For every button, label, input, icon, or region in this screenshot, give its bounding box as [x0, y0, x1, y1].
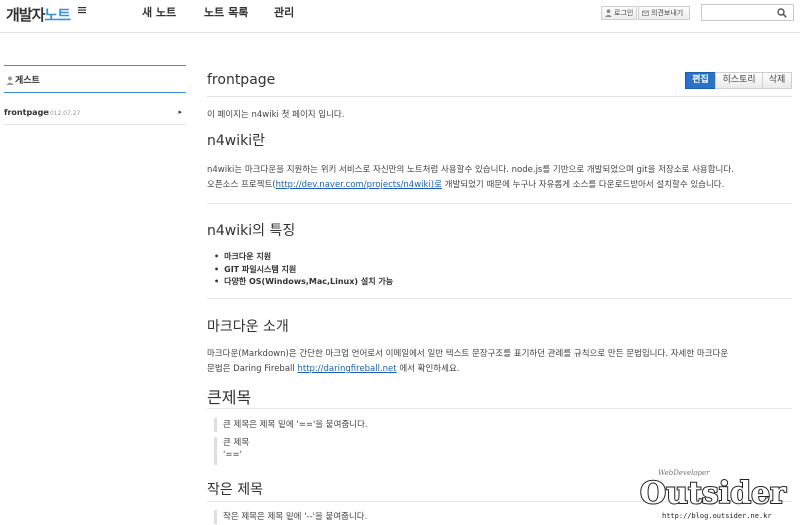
quote-text: 작은 제목은 제목 밑에 '--'을 붙여줍니다.: [223, 512, 368, 522]
blockquote: 작은 제목은 제목 밑에 '--'을 붙여줍니다.: [214, 510, 614, 524]
logo-text-b: 노트: [44, 6, 71, 24]
paragraph-markdown-1: 마크다운(Markdown)은 간단한 마크업 언어로서 이메일에서 일반 텍스…: [207, 349, 729, 359]
nav-new-note[interactable]: 새 노트: [142, 0, 176, 26]
text-post: 에서 확인하세요.: [396, 364, 460, 374]
section-divider: [207, 298, 792, 299]
project-link[interactable]: http://dev.naver.com/projects/n4wiki)로: [276, 180, 442, 190]
paragraph-n4wiki-2: 오픈소스 프로젝트(http://dev.naver.com/projects/…: [207, 178, 724, 190]
user-icon: [6, 76, 14, 85]
pen-icon: [78, 7, 86, 14]
list-item: GIT 파일시스템 지원: [214, 264, 393, 277]
logo-text-a: 개발자: [6, 6, 45, 24]
code-sample: 큰 제목 '==': [214, 437, 614, 465]
code-line: '==': [223, 450, 242, 460]
blockquote: 큰 제목은 제목 밑에 '=='을 붙여줍니다.: [214, 418, 614, 432]
feature-list: 마크다운 지원 GIT 파일시스템 지원 다양한 OS(Windows,Mac,…: [214, 251, 393, 289]
title-divider: [207, 96, 792, 97]
paragraph-markdown-2: 문법은 Daring Fireball http://daringfirebal…: [207, 362, 459, 374]
heading-small-title: 작은 제목: [207, 482, 263, 498]
text-pre: 문법은 Daring Fireball: [207, 364, 298, 374]
login-label: 로그인: [614, 9, 634, 17]
tab-history[interactable]: 히스토리: [715, 72, 763, 89]
logo[interactable]: 개발자노트: [6, 2, 86, 28]
login-button[interactable]: 로그인: [601, 6, 637, 20]
section-divider: [207, 203, 792, 204]
nav-admin[interactable]: 관리: [274, 0, 294, 26]
tab-edit[interactable]: 편집: [685, 72, 716, 89]
paragraph-n4wiki-1: n4wiki는 마크다운을 지원하는 위키 서비스로 자신만의 노트처럼 사용할…: [207, 165, 734, 175]
sidebar-item-date: 2012.07.27: [46, 110, 81, 117]
search-input[interactable]: [704, 6, 776, 19]
heading-features: n4wiki의 특징: [207, 223, 296, 239]
page-tabs: 편집 히스토리 삭제: [685, 72, 792, 89]
sidebar-item-frontpage[interactable]: frontpage 2012.07.27 ▸: [4, 106, 186, 120]
search-box: [701, 4, 794, 21]
feedback-button[interactable]: 의견보내기: [638, 6, 690, 20]
feedback-label: 의견보내기: [651, 9, 684, 17]
mail-icon: [642, 10, 649, 16]
list-item: 다양한 OS(Windows,Mac,Linux) 설치 가능: [214, 276, 393, 289]
heading-big-title: 큰제목: [207, 388, 252, 407]
top-bar: 개발자노트 새 노트 노트 목록 관리 로그인 의견보내기: [0, 0, 800, 33]
heading-underline: [207, 408, 792, 409]
code-line: 큰 제목: [223, 438, 250, 448]
text-post: 개발되었기 때문에 누구나 자유롭게 소스를 다운로드받아서 설치할수 있습니다…: [441, 180, 725, 190]
sidebar-item-label: frontpage: [4, 108, 49, 117]
sidebar-username: 게스트: [15, 76, 40, 86]
intro-text: 이 페이지는 n4wiki 첫 페이지 입니다.: [207, 110, 345, 120]
outsider-watermark: WebDeveloper Outsider http://blog.outsid…: [639, 469, 788, 520]
daringfireball-link[interactable]: http://daringfireball.net: [297, 364, 396, 374]
heading-n4wiki: n4wiki란: [207, 133, 265, 149]
user-icon: [605, 9, 612, 17]
list-item: 마크다운 지원: [214, 251, 393, 264]
tab-delete[interactable]: 삭제: [762, 72, 792, 89]
page-title: frontpage: [207, 72, 276, 88]
watermark-url: http://blog.outsider.ne.kr: [662, 512, 772, 520]
chevron-right-icon: ▸: [178, 108, 182, 116]
quote-text: 큰 제목은 제목 밑에 '=='을 붙여줍니다.: [223, 420, 368, 430]
heading-markdown-intro: 마크다운 소개: [207, 319, 289, 335]
nav-note-list[interactable]: 노트 목록: [204, 0, 248, 26]
sidebar-divider: [4, 124, 186, 125]
watermark-brand: Outsider: [640, 476, 787, 511]
text-pre: 오픈소스 프로젝트(: [207, 180, 276, 190]
sidebar-user-header: 게스트: [4, 65, 186, 93]
search-icon[interactable]: [777, 8, 787, 18]
